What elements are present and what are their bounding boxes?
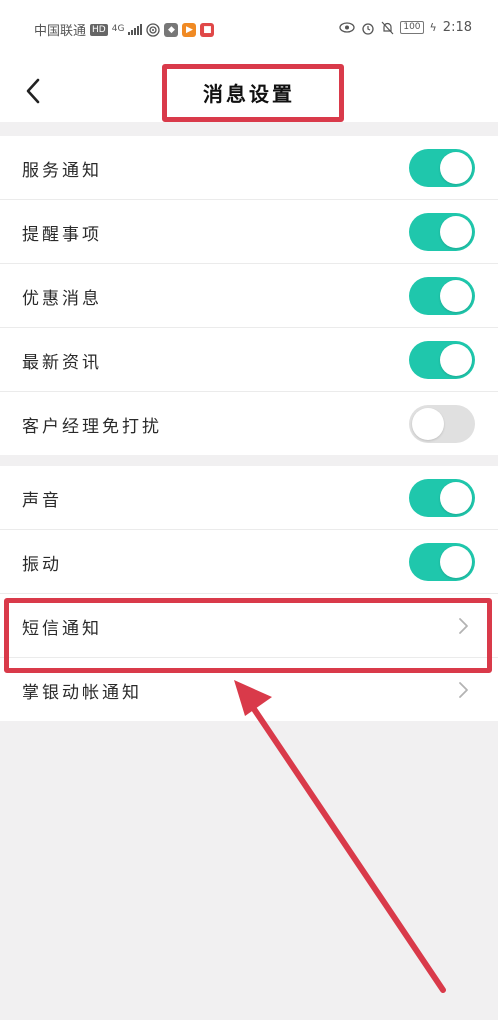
sms-notice-item[interactable]: 短信通知 bbox=[0, 594, 498, 658]
row-label: 掌银动帐通知 bbox=[22, 683, 142, 703]
settings-row-reminders: 提醒事项 bbox=[0, 200, 498, 264]
latest-news-toggle[interactable] bbox=[409, 341, 475, 379]
settings-row-vibration: 振动 bbox=[0, 530, 498, 594]
toggle-knob bbox=[440, 546, 472, 578]
reminders-toggle[interactable] bbox=[409, 213, 475, 251]
chevron-right-icon bbox=[459, 618, 468, 634]
toggle-knob bbox=[440, 152, 472, 184]
chevron-right-icon bbox=[459, 682, 468, 698]
alarm-icon bbox=[362, 22, 374, 35]
settings-row-sound: 声音 bbox=[0, 466, 498, 530]
sound-settings-group: 声音 振动 短信通知 掌银动帐通知 bbox=[0, 466, 498, 721]
row-label: 振动 bbox=[22, 555, 62, 575]
manager-dnd-toggle[interactable] bbox=[409, 405, 475, 443]
charging-icon: ϟ bbox=[429, 21, 437, 34]
carrier-label: 中国联通 bbox=[34, 24, 87, 39]
row-label: 优惠消息 bbox=[22, 289, 102, 309]
row-label: 声音 bbox=[22, 491, 62, 511]
network-type: 4G bbox=[111, 24, 125, 34]
status-right: 100 ϟ 2:18 bbox=[339, 20, 472, 35]
app-notification-icon: ◆ bbox=[164, 22, 179, 37]
toggle-knob bbox=[412, 408, 444, 440]
service-notice-toggle[interactable] bbox=[409, 149, 475, 187]
eye-icon bbox=[339, 22, 355, 33]
toggle-knob bbox=[440, 344, 472, 376]
toggle-knob bbox=[440, 280, 472, 312]
promotions-toggle[interactable] bbox=[409, 277, 475, 315]
clock: 2:18 bbox=[442, 20, 472, 35]
hd-badge: HD bbox=[90, 23, 108, 36]
vibration-toggle[interactable] bbox=[409, 543, 475, 581]
row-label: 服务通知 bbox=[22, 161, 102, 181]
mute-bell-icon bbox=[381, 21, 394, 34]
account-change-notice-item[interactable]: 掌银动帐通知 bbox=[0, 658, 498, 721]
navigation-bar: 消息设置 bbox=[0, 56, 498, 122]
settings-row-manager-dnd: 客户经理免打扰 bbox=[0, 392, 498, 455]
hotspot-icon bbox=[146, 22, 161, 37]
row-label: 短信通知 bbox=[22, 619, 102, 639]
settings-row-promotions: 优惠消息 bbox=[0, 264, 498, 328]
toggle-knob bbox=[440, 216, 472, 248]
sound-toggle[interactable] bbox=[409, 479, 475, 517]
settings-row-latest-news: 最新资讯 bbox=[0, 328, 498, 392]
red-app-icon: ■ bbox=[200, 22, 215, 37]
settings-row-service-notice: 服务通知 bbox=[0, 136, 498, 200]
toggle-knob bbox=[440, 482, 472, 514]
row-label: 提醒事项 bbox=[22, 225, 102, 245]
row-label: 最新资讯 bbox=[22, 353, 102, 373]
notification-settings-group: 服务通知 提醒事项 优惠消息 最新资讯 客户经理免打扰 bbox=[0, 136, 498, 455]
status-bar: 中国联通 HD 4G ◆ ▶ ■ 100 ϟ 2:18 bbox=[0, 0, 498, 56]
signal-icon bbox=[128, 24, 143, 35]
row-label: 客户经理免打扰 bbox=[22, 417, 162, 437]
video-app-icon: ▶ bbox=[182, 22, 197, 37]
status-left: 中国联通 HD 4G ◆ ▶ ■ bbox=[34, 20, 215, 39]
battery-indicator: 100 bbox=[400, 21, 424, 34]
page-title: 消息设置 bbox=[203, 82, 295, 106]
